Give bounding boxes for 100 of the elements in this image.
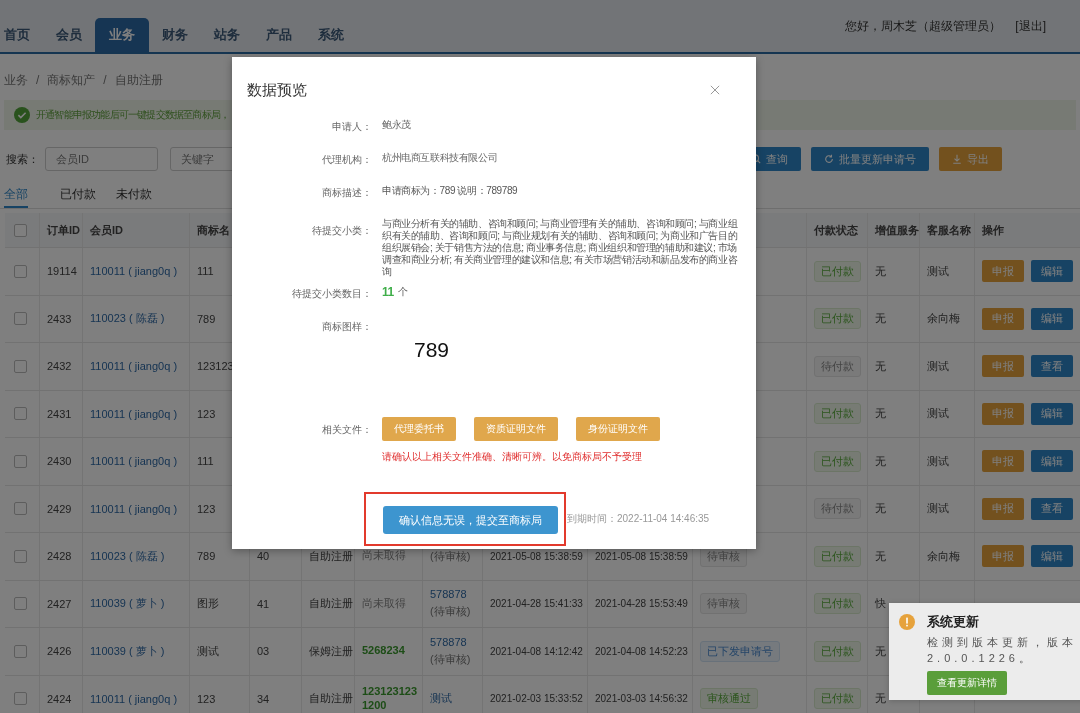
checkbox[interactable] xyxy=(14,597,27,611)
toolbar-button[interactable]: 批量更新申请号 xyxy=(811,147,929,171)
row-action-button[interactable]: 申报 xyxy=(982,450,1024,473)
table-cell: 测试 xyxy=(927,501,949,517)
file-button[interactable]: 资质证明文件 xyxy=(474,417,558,441)
trademark-link[interactable]: 578878 xyxy=(430,635,467,648)
row-action-button[interactable]: 编辑 xyxy=(1031,260,1073,283)
checkbox[interactable] xyxy=(14,223,27,237)
row-action-button[interactable]: 查看 xyxy=(1031,497,1073,520)
breadcrumb-separator: / xyxy=(103,73,107,87)
breadcrumb-link[interactable]: 商标知产 xyxy=(47,71,96,89)
member-link[interactable]: 110011 ( jiang0q ) xyxy=(90,360,178,373)
payment-tag: 已付款 xyxy=(814,545,861,567)
table-cell: 自助注册 xyxy=(309,691,353,707)
checkbox[interactable] xyxy=(14,549,27,563)
table-cell: 2431 xyxy=(47,407,72,420)
member-link[interactable]: 110039 ( 萝卜 ) xyxy=(90,596,165,612)
breadcrumb-link[interactable]: 自助注册 xyxy=(114,71,163,89)
table-cell: 123 xyxy=(197,502,216,515)
row-action-button[interactable]: 申报 xyxy=(982,355,1024,378)
member-link[interactable]: 110039 ( 萝卜 ) xyxy=(90,643,165,659)
member-link[interactable]: 110011 ( jiang0q ) xyxy=(90,502,178,515)
checkbox[interactable] xyxy=(14,454,27,468)
row-action-button[interactable]: 编辑 xyxy=(1031,402,1073,425)
filter-tab[interactable]: 全部 xyxy=(4,182,28,208)
table-cell: 无 xyxy=(875,548,886,564)
checkbox[interactable] xyxy=(14,407,27,421)
table-cell: 测试 xyxy=(927,358,949,374)
filter-tab[interactable]: 未付款 xyxy=(116,182,168,208)
breadcrumb-link[interactable]: 业务 xyxy=(4,71,28,89)
notification-title: 系统更新 xyxy=(927,613,980,631)
row-action-button[interactable]: 申报 xyxy=(982,545,1024,568)
table-cell: 图形 xyxy=(197,596,219,612)
checkbox[interactable] xyxy=(14,312,27,326)
nav-tab[interactable]: 站务 xyxy=(201,18,253,52)
checkbox[interactable] xyxy=(14,264,27,278)
table-cell: 测试 xyxy=(927,406,949,422)
row-action-button[interactable]: 编辑 xyxy=(1031,450,1073,473)
table-cell: 快 xyxy=(875,596,886,612)
nav-tab[interactable]: 业务 xyxy=(95,18,149,52)
expiry-time: 到期时间：2022-11-04 14:46:35 xyxy=(567,512,710,526)
trademark-link[interactable]: 测试 xyxy=(430,691,452,707)
member-link[interactable]: 110011 ( jiang0q ) xyxy=(90,407,178,420)
row-action-button[interactable]: 查看 xyxy=(1031,355,1073,378)
nav-tab[interactable]: 财务 xyxy=(149,18,201,52)
table-cell: 2428 xyxy=(47,550,72,563)
member-link[interactable]: 110023 ( 陈磊 ) xyxy=(90,548,165,564)
table-cell: 19114 xyxy=(47,265,77,278)
table-cell: 2021-04-28 15:53:49 xyxy=(595,598,688,610)
nav-tab[interactable]: 首页 xyxy=(0,18,43,52)
toolbar-button[interactable]: 导出 xyxy=(939,147,1002,171)
file-button[interactable]: 身份证明文件 xyxy=(576,417,660,441)
file-button[interactable]: 代理委托书 xyxy=(382,417,456,441)
table-cell: 789 xyxy=(197,550,216,563)
trademark-link[interactable]: 578878 xyxy=(430,588,467,601)
table-cell: 41 xyxy=(257,597,270,610)
payment-tag: 已付款 xyxy=(814,688,861,710)
table-cell: 无 xyxy=(875,406,886,422)
member-link[interactable]: 110011 ( jiang0q ) xyxy=(90,692,178,705)
checkbox[interactable] xyxy=(14,692,27,706)
checkbox[interactable] xyxy=(14,644,27,658)
row-action-button[interactable]: 编辑 xyxy=(1031,307,1073,330)
trademark-sample: 789 xyxy=(414,338,450,361)
nav-tab[interactable]: 会员 xyxy=(43,18,95,52)
row-action-button[interactable]: 申报 xyxy=(982,260,1024,283)
payment-tag: 已付款 xyxy=(814,593,861,615)
nav-tab[interactable]: 产品 xyxy=(253,18,305,52)
row-action-button[interactable]: 申报 xyxy=(982,497,1024,520)
nav-tab[interactable]: 系统 xyxy=(305,18,357,52)
review-note: (待审核) xyxy=(430,548,471,564)
column-header: 订单ID xyxy=(47,222,80,238)
warning-text: 请确认以上相关文件准确、清晰可辨。以免商标局不予受理 xyxy=(381,450,643,464)
search-field[interactable]: 会员ID xyxy=(45,147,158,171)
update-details-button[interactable]: 查看更新详情 xyxy=(927,671,1007,695)
column-header: 付款状态 xyxy=(814,222,858,238)
member-link[interactable]: 110023 ( 陈磊 ) xyxy=(90,311,165,327)
table-cell: 2021-05-08 15:38:59 xyxy=(490,550,583,562)
payment-tag: 已付款 xyxy=(814,450,861,472)
checkbox[interactable] xyxy=(14,502,27,516)
table-cell: 2433 xyxy=(47,312,72,325)
table-cell: 2021-03-03 14:56:32 xyxy=(595,693,688,705)
confirm-submit-button[interactable]: 确认信息无误，提交至商标局 xyxy=(383,506,558,534)
table-cell: 无 xyxy=(875,501,886,517)
logout-link[interactable]: [退出] xyxy=(1015,17,1046,35)
table-cell: 无 xyxy=(875,263,886,279)
filter-tab[interactable]: 已付款 xyxy=(60,182,112,208)
row-action-button[interactable]: 申报 xyxy=(982,402,1024,425)
member-link[interactable]: 110011 ( jiang0q ) xyxy=(90,455,178,468)
column-header: 增值服务 xyxy=(875,222,919,238)
member-link[interactable]: 110011 ( jiang0q ) xyxy=(90,265,178,278)
table-cell: 2424 xyxy=(47,692,72,705)
close-icon[interactable] xyxy=(710,85,720,95)
checkbox[interactable] xyxy=(14,359,27,373)
status-tag: 已下发申请号 xyxy=(700,640,780,662)
row-action-button[interactable]: 申报 xyxy=(982,307,1024,330)
table-cell: 2021-05-08 15:38:59 xyxy=(595,550,688,562)
application-number: 1231231231200 xyxy=(362,685,419,713)
table-cell: 余向梅 xyxy=(927,548,960,564)
row-action-button[interactable]: 编辑 xyxy=(1031,545,1073,568)
field-value: 杭州电商互联科技有限公司 xyxy=(382,152,499,164)
